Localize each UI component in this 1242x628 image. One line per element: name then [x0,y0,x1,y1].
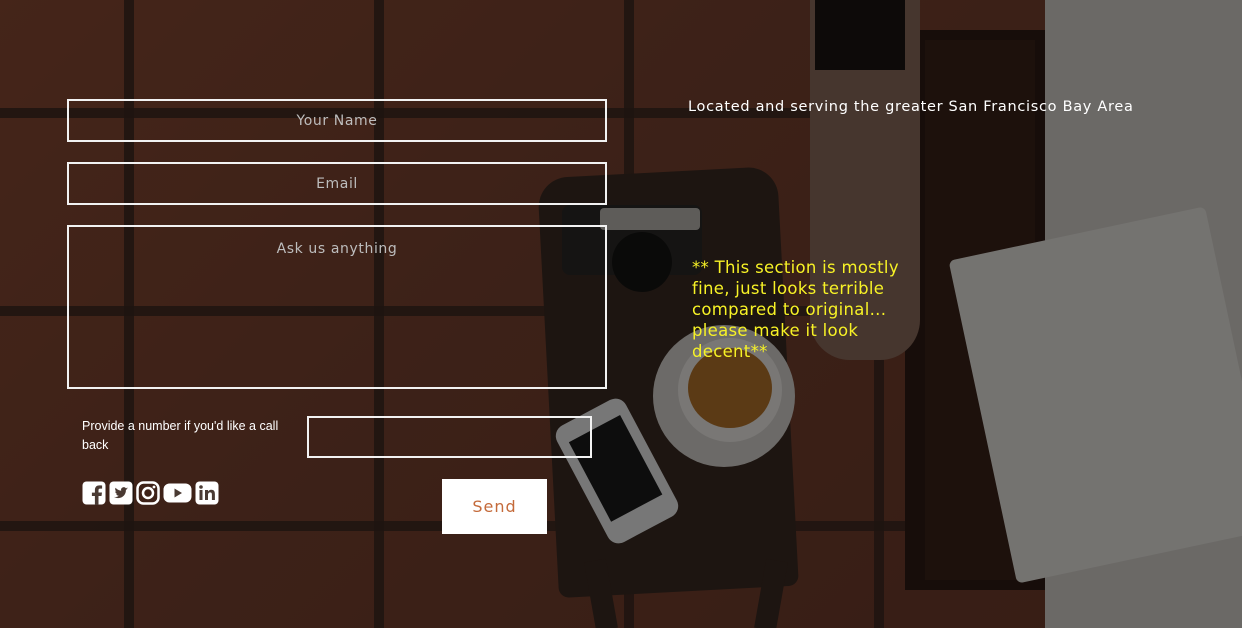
name-input[interactable] [67,99,607,142]
phone-input[interactable] [307,416,592,458]
send-button[interactable]: Send [442,479,547,534]
social-links [82,481,219,505]
message-textarea[interactable] [67,225,607,389]
location-text: Located and serving the greater San Fran… [688,99,1134,115]
instagram-icon[interactable] [136,481,160,505]
youtube-icon[interactable] [163,481,192,505]
twitter-icon[interactable] [109,481,133,505]
callback-label: Provide a number if you'd like a call ba… [82,419,279,452]
email-input[interactable] [67,162,607,205]
linkedin-icon[interactable] [195,481,219,505]
note-text: ** This section is mostly fine, just loo… [692,258,899,361]
facebook-icon[interactable] [82,481,106,505]
